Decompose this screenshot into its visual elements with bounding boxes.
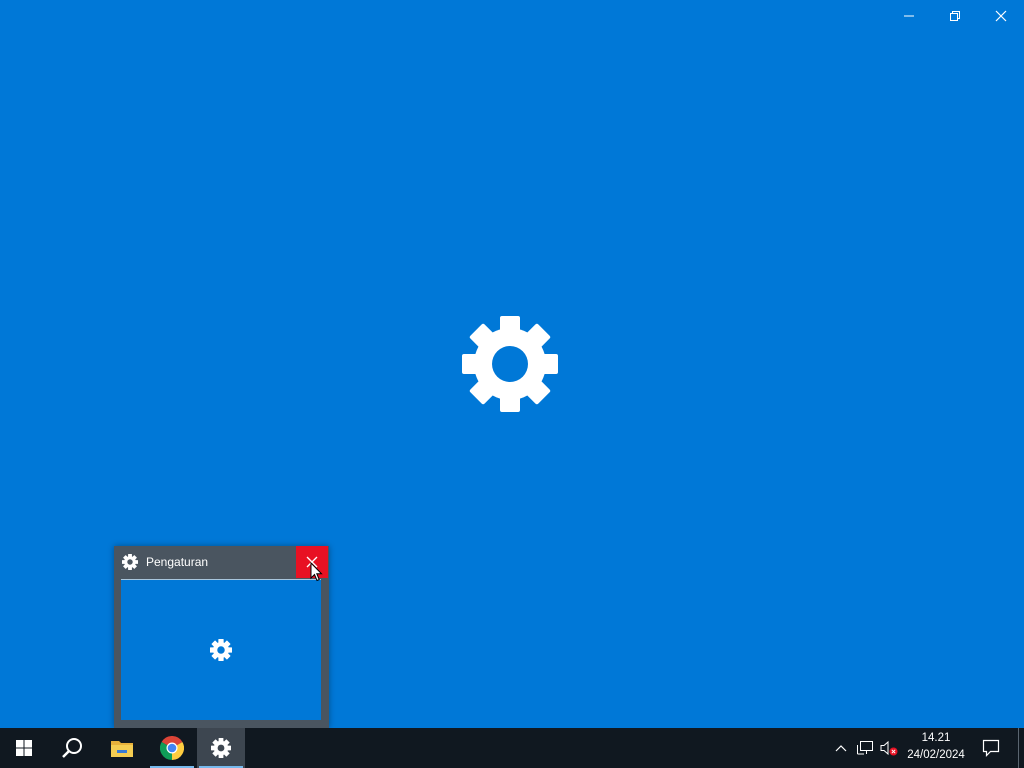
clock-time: 14.21: [921, 732, 951, 744]
network-icon: [857, 741, 873, 755]
chrome-icon: [160, 736, 184, 760]
taskbar-item-file-explorer[interactable]: [98, 728, 146, 768]
show-desktop-button[interactable]: [1018, 728, 1024, 768]
chevron-up-icon: [835, 745, 847, 752]
taskbar-item-chrome[interactable]: [148, 728, 196, 768]
close-button[interactable]: [978, 0, 1024, 32]
mouse-cursor-icon: [310, 562, 323, 582]
gear-icon: [122, 554, 138, 570]
taskbar: 14.21 24/02/2024: [0, 728, 1024, 768]
action-center-button[interactable]: [976, 728, 1006, 768]
notification-icon: [982, 739, 1000, 757]
volume-tray-button[interactable]: [878, 728, 900, 768]
network-tray-button[interactable]: [854, 728, 876, 768]
taskbar-clock[interactable]: 14.21 24/02/2024: [900, 728, 972, 768]
clock-date: 24/02/2024: [907, 749, 965, 761]
restore-button[interactable]: [932, 0, 978, 32]
gear-icon: [210, 639, 232, 661]
search-button[interactable]: [48, 728, 96, 768]
gear-icon: [462, 316, 558, 412]
search-icon: [62, 738, 82, 758]
taskbar-thumbnail-preview[interactable]: Pengaturan: [114, 546, 329, 728]
taskbar-item-settings[interactable]: [197, 728, 245, 768]
windows-logo-icon: [16, 740, 32, 756]
start-button[interactable]: [0, 728, 48, 768]
minimize-button[interactable]: [886, 0, 932, 32]
show-hidden-icons-button[interactable]: [830, 728, 852, 768]
minimize-icon: [904, 15, 914, 17]
gear-icon: [211, 738, 231, 758]
preview-thumbnail[interactable]: [121, 579, 321, 720]
folder-icon: [111, 741, 133, 757]
volume-muted-icon: [880, 740, 898, 756]
preview-title: Pengaturan: [146, 555, 209, 569]
close-icon: [995, 10, 1007, 22]
restore-icon: [950, 11, 960, 21]
